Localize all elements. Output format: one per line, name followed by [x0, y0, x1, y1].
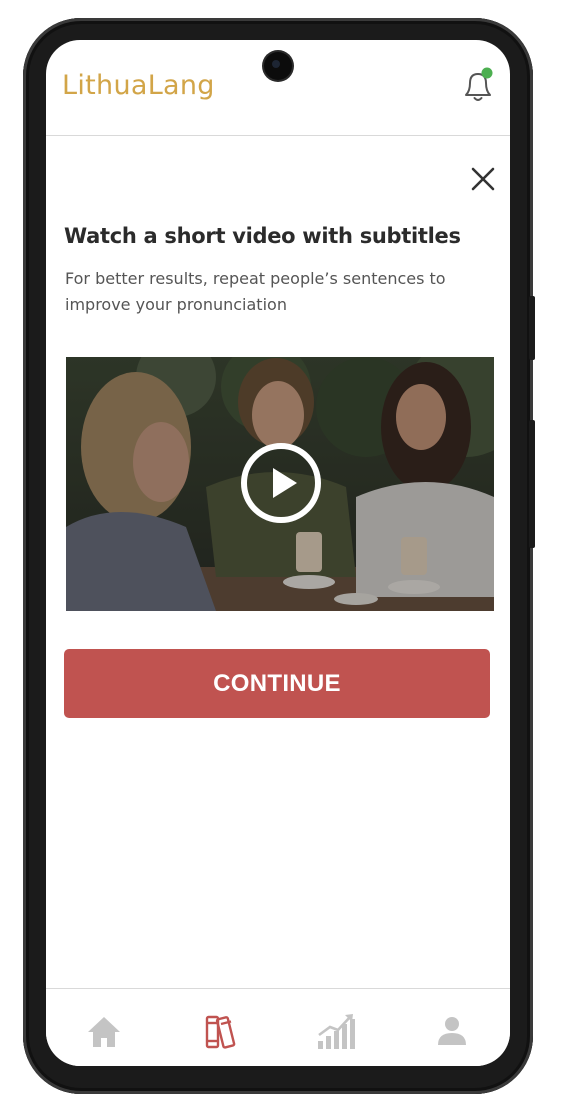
- video-player[interactable]: [66, 357, 494, 611]
- bottom-nav: [46, 988, 510, 1066]
- close-icon[interactable]: [468, 164, 498, 194]
- volume-button: [529, 420, 535, 548]
- nav-item-profile[interactable]: [432, 1011, 472, 1051]
- app-logo[interactable]: LithuaLang: [62, 70, 215, 101]
- app-screen: LithuaLang Watch a short video with subt…: [46, 40, 510, 1066]
- continue-button[interactable]: CONTINUE: [64, 649, 490, 718]
- front-camera: [264, 52, 292, 80]
- power-button: [529, 296, 535, 360]
- play-icon[interactable]: [240, 442, 322, 524]
- bell-icon[interactable]: [460, 66, 496, 104]
- lesson-title: Watch a short video with subtitles: [64, 224, 461, 248]
- chart-icon: [318, 1014, 355, 1049]
- nav-item-home[interactable]: [84, 1011, 124, 1051]
- home-icon: [88, 1017, 120, 1047]
- lesson-subtitle: For better results, repeat people’s sent…: [65, 269, 446, 314]
- user-icon: [438, 1017, 466, 1045]
- nav-item-library[interactable]: [202, 1011, 242, 1051]
- notification-dot: [481, 67, 493, 79]
- nav-item-progress[interactable]: [316, 1011, 356, 1051]
- books-icon: [205, 1015, 236, 1049]
